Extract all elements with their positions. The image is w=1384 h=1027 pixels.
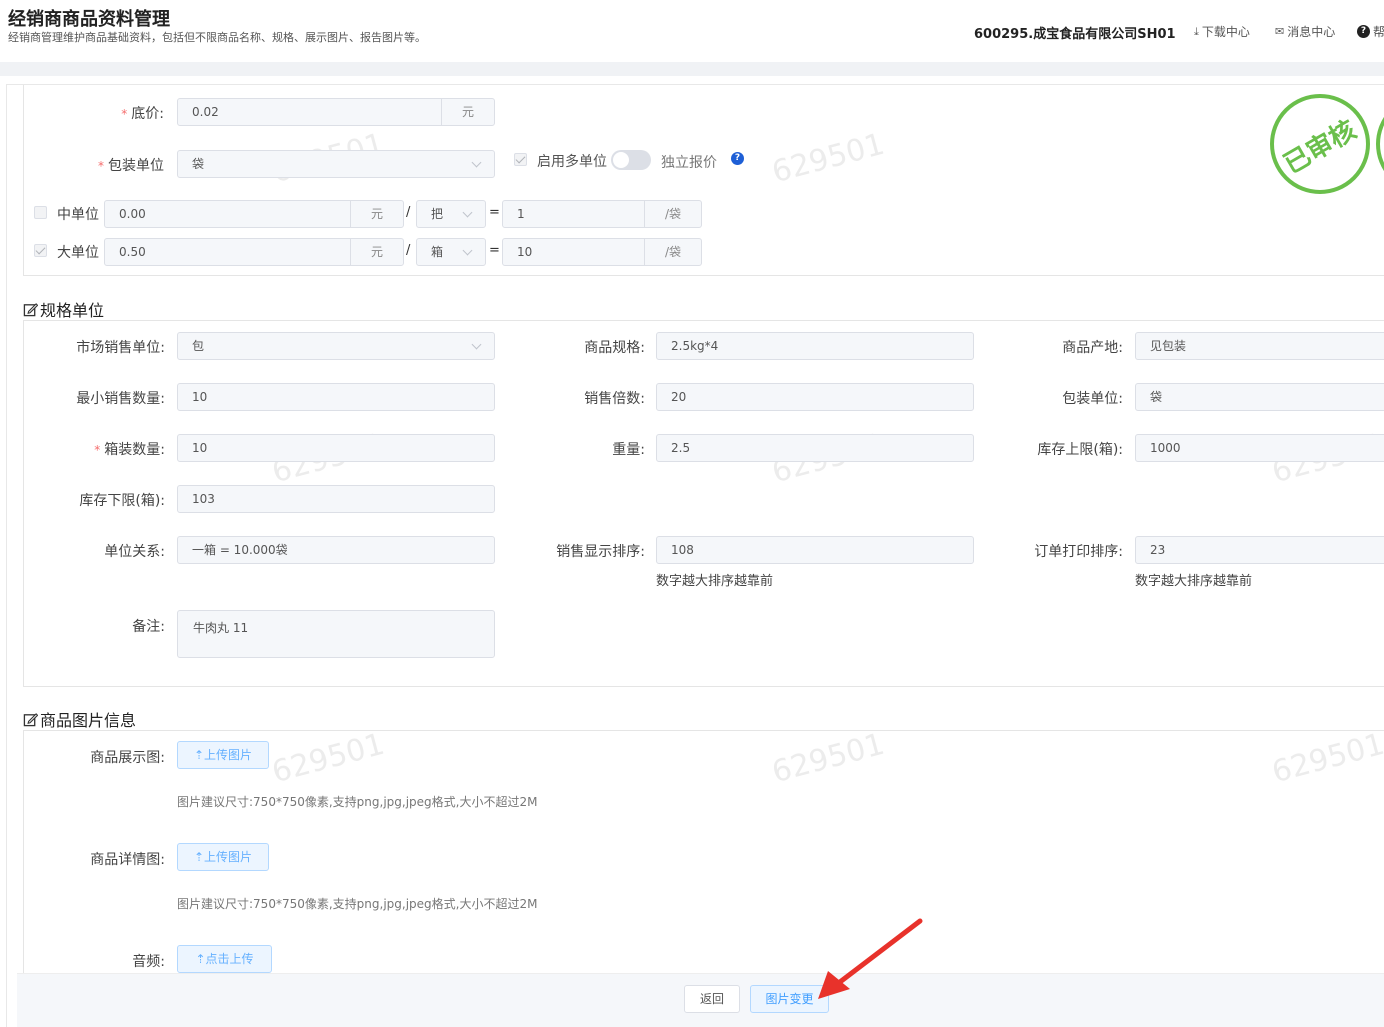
page-header: 经销商商品资料管理 经销商管理维护商品基础资料，包括但不限商品名称、规格、展示图… — [0, 0, 1384, 62]
sale-sort-label: 销售显示排序: — [556, 544, 645, 560]
min-qty-input[interactable]: 10 — [177, 383, 495, 411]
mid-qty-input[interactable]: 1 — [502, 200, 647, 228]
mid-price-input[interactable]: 0.00 — [104, 200, 352, 228]
pack-unit-select[interactable]: 袋 — [177, 150, 495, 178]
header-divider — [0, 62, 1384, 76]
big-price-input[interactable]: 0.50 — [104, 238, 352, 266]
slash-symbol: / — [406, 205, 411, 220]
market-unit-label: 市场销售单位: — [76, 340, 165, 356]
pack-unit-label: * 包装单位 — [98, 158, 164, 174]
stock-lower-label: 库存下限(箱): — [79, 493, 165, 509]
help-link[interactable]: ? 帮 — [1357, 23, 1384, 40]
detail-image-label: 商品详情图: — [90, 852, 165, 868]
big-qty-input[interactable]: 10 — [502, 238, 647, 266]
multi-unit-checkbox[interactable] — [514, 153, 527, 166]
back-button[interactable]: 返回 — [684, 985, 740, 1013]
stock-lower-input[interactable]: 103 — [177, 485, 495, 513]
equals-symbol: = — [489, 243, 500, 258]
print-sort-label: 订单打印排序: — [1034, 544, 1123, 560]
detail-image-hint: 图片建议尺寸:750*750像素,支持png,jpg,jpeg格式,大小不超过2… — [177, 897, 538, 911]
equals-symbol: = — [489, 205, 500, 220]
edit-icon — [23, 712, 38, 726]
big-qty-unit: /袋 — [644, 238, 702, 266]
mid-unit-select[interactable]: 把 — [416, 200, 486, 228]
weight-input[interactable]: 2.5 — [656, 434, 974, 462]
display-image-label: 商品展示图: — [90, 750, 165, 766]
big-price-unit: 元 — [350, 238, 404, 266]
min-qty-label: 最小销售数量: — [76, 391, 165, 407]
big-unit-checkbox[interactable] — [34, 244, 47, 257]
spec-section-title: 规格单位 — [23, 297, 104, 321]
mid-price-unit: 元 — [350, 200, 404, 228]
help-question-icon[interactable]: ? — [731, 152, 744, 165]
page-subtitle: 经销商管理维护商品基础资料，包括但不限商品名称、规格、展示图片、报告图片等。 — [8, 31, 426, 44]
image-change-button[interactable]: 图片变更 — [750, 985, 829, 1013]
sale-sort-input[interactable]: 108 — [656, 536, 974, 564]
big-unit-label: 大单位 — [57, 245, 99, 261]
message-center-link[interactable]: ✉ 消息中心 — [1275, 23, 1335, 40]
page-title: 经销商商品资料管理 — [8, 9, 170, 30]
remark-textarea[interactable]: 牛肉丸 11 — [177, 610, 495, 658]
edit-icon — [23, 302, 38, 316]
download-icon: ⤓ — [1194, 24, 1199, 38]
upload-icon: ⇡ — [195, 952, 206, 966]
help-icon: ? — [1357, 25, 1370, 38]
multiple-input[interactable]: 20 — [656, 383, 974, 411]
company-name: 600295.成宝食品有限公司SH01 — [974, 27, 1176, 42]
multiple-label: 销售倍数: — [584, 391, 645, 407]
print-sort-input[interactable]: 23 — [1135, 536, 1384, 564]
unit-relation-label: 单位关系: — [104, 544, 165, 560]
spec-input[interactable]: 2.5kg*4 — [656, 332, 974, 360]
audio-upload-button[interactable]: ⇡点击上传 — [177, 945, 272, 973]
print-sort-hint: 数字越大排序越靠前 — [1135, 574, 1253, 589]
display-upload-button[interactable]: ⇡上传图片 — [177, 741, 269, 769]
box-qty-input[interactable]: 10 — [177, 434, 495, 462]
unit-relation-input[interactable]: 一箱 = 10.000袋 — [177, 536, 495, 564]
weight-label: 重量: — [612, 442, 645, 458]
market-unit-select[interactable]: 包 — [177, 332, 495, 360]
upload-icon: ⇡ — [193, 748, 205, 762]
sale-sort-hint: 数字越大排序越靠前 — [656, 574, 774, 589]
big-unit-select[interactable]: 箱 — [416, 238, 486, 266]
base-price-input[interactable]: 0.02 — [177, 98, 442, 126]
images-section-title: 商品图片信息 — [23, 707, 136, 731]
download-center-link[interactable]: ⤓ 下载中心 — [1194, 23, 1250, 40]
stock-upper-input[interactable]: 1000 — [1135, 434, 1384, 462]
pack-unit-input[interactable]: 袋 — [1135, 383, 1384, 411]
display-image-hint: 图片建议尺寸:750*750像素,支持png,jpg,jpeg格式,大小不超过2… — [177, 795, 538, 809]
spec-label: 商品规格: — [584, 340, 645, 356]
slash-symbol: / — [406, 243, 411, 258]
independent-price-toggle[interactable] — [611, 150, 651, 170]
upload-icon: ⇡ — [193, 850, 205, 864]
mid-unit-checkbox[interactable] — [34, 206, 47, 219]
mid-qty-unit: /袋 — [644, 200, 702, 228]
remark-label: 备注: — [132, 619, 165, 635]
multi-unit-label: 启用多单位 — [537, 154, 607, 170]
base-price-unit: 元 — [441, 98, 495, 126]
footer-bar: 返回 图片变更 — [17, 973, 1384, 1027]
independent-price-label: 独立报价 — [661, 155, 717, 171]
detail-upload-button[interactable]: ⇡上传图片 — [177, 843, 269, 871]
base-price-label: * 底价: — [121, 106, 164, 122]
mid-unit-label: 中单位 — [57, 207, 99, 223]
main-panel: 629501 629501 629501 629501 629501 62950… — [6, 84, 1384, 1027]
audio-label: 音频: — [132, 954, 165, 970]
origin-label: 商品产地: — [1062, 340, 1123, 356]
stock-upper-label: 库存上限(箱): — [1037, 442, 1123, 458]
box-qty-label: * 箱装数量: — [94, 442, 165, 458]
mail-icon: ✉ — [1275, 25, 1285, 38]
origin-input[interactable]: 见包装 — [1135, 332, 1384, 360]
pack-unit-label-2: 包装单位: — [1062, 391, 1123, 407]
